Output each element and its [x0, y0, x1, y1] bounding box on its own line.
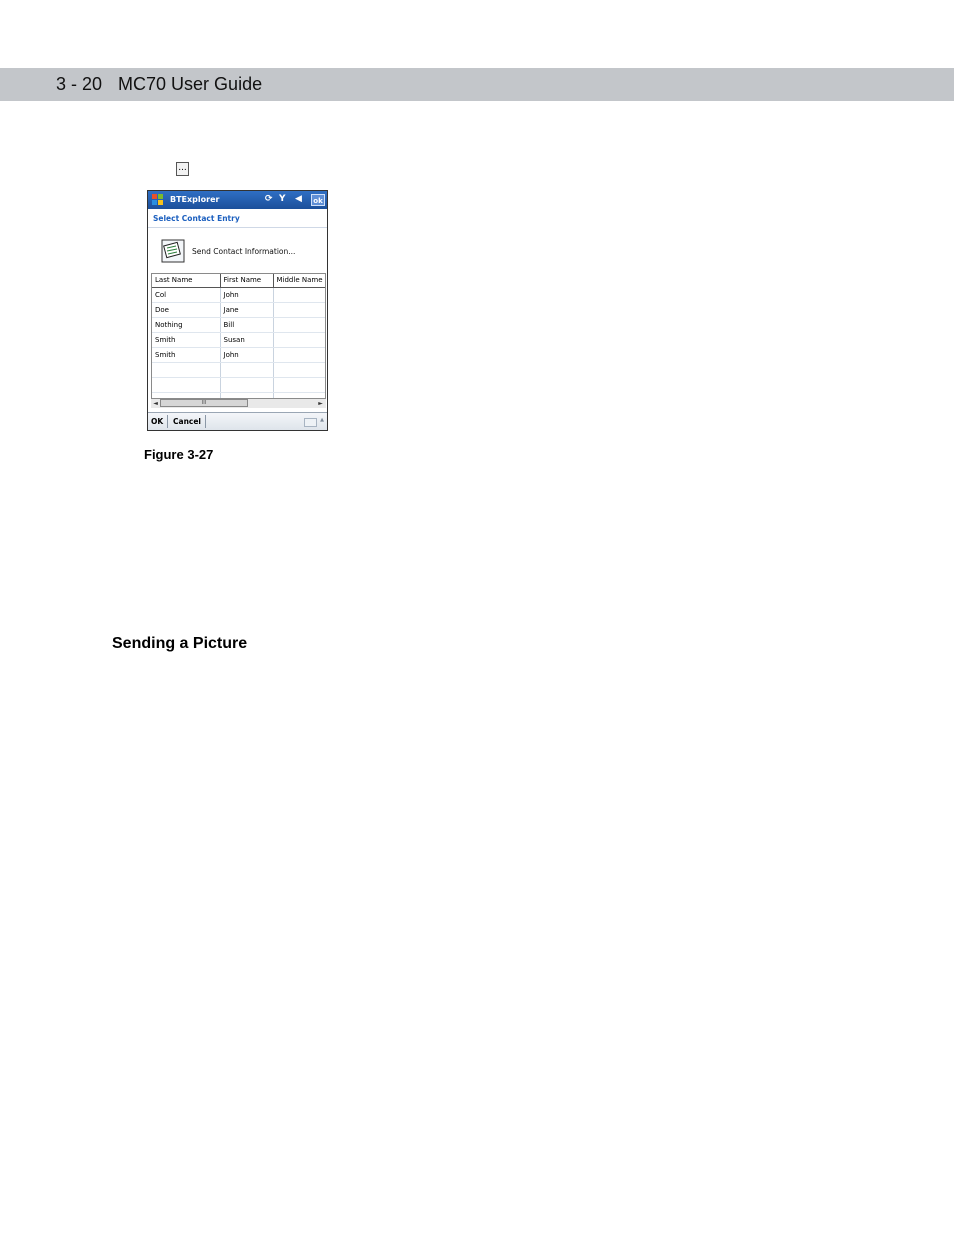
- contact-grid: Last Name First Name Middle Name Col Joh…: [151, 273, 326, 408]
- grid-header-row: Last Name First Name Middle Name: [152, 274, 325, 288]
- divider: [148, 227, 327, 228]
- table-row[interactable]: Smith John: [152, 347, 325, 363]
- contact-card-icon[interactable]: [161, 239, 185, 263]
- cell-middle-name: [273, 377, 325, 393]
- section-heading: Sending a Picture: [112, 635, 248, 652]
- horizontal-scrollbar[interactable]: ◄ III ►: [151, 398, 326, 408]
- device-screenshot: BTExplorer ⟳ Y ◀ ok Select Contact Entry…: [147, 190, 328, 431]
- scroll-thumb[interactable]: III: [160, 399, 248, 407]
- table-row[interactable]: Nothing Bill: [152, 317, 325, 333]
- cell-first-name: [220, 362, 274, 378]
- running-header: 3 - 20 MC70 User Guide: [56, 74, 262, 95]
- subheader: Select Contact Entry: [153, 214, 240, 223]
- scroll-right-icon[interactable]: ►: [316, 399, 325, 408]
- guide-title: MC70 User Guide: [118, 74, 263, 94]
- cell-last-name: Smith: [152, 347, 221, 363]
- speaker-icon[interactable]: ◀: [295, 194, 302, 205]
- cell-last-name: [152, 362, 221, 378]
- cell-first-name: Susan: [220, 332, 274, 348]
- page-number: 3 - 20: [56, 74, 103, 94]
- ok-button[interactable]: ok: [311, 194, 325, 206]
- cell-last-name: [152, 377, 221, 393]
- cell-last-name: Smith: [152, 332, 221, 348]
- soft-key-bar: OK Cancel ▲: [148, 412, 327, 430]
- cell-middle-name: [273, 362, 325, 378]
- table-row[interactable]: Smith Susan: [152, 332, 325, 348]
- cell-middle-name: [273, 347, 325, 363]
- figure-caption: Figure 3-27: [144, 447, 214, 462]
- scroll-left-icon[interactable]: ◄: [151, 399, 160, 408]
- cell-middle-name: [273, 302, 325, 318]
- chevron-up-icon[interactable]: ▲: [320, 417, 324, 423]
- ellipsis-button-icon: ...: [176, 162, 189, 176]
- column-header-last-name[interactable]: Last Name: [152, 274, 221, 288]
- cell-first-name: [220, 377, 274, 393]
- cell-middle-name: [273, 332, 325, 348]
- sync-icon[interactable]: ⟳: [265, 194, 273, 205]
- keyboard-icon[interactable]: [304, 418, 317, 427]
- table-row[interactable]: Col John: [152, 287, 325, 303]
- menu-divider: [167, 415, 168, 428]
- cell-last-name: Col: [152, 287, 221, 303]
- windows-flag-icon[interactable]: [151, 193, 164, 206]
- table-row[interactable]: [152, 377, 325, 393]
- send-contact-label[interactable]: Send Contact Information...: [192, 247, 295, 256]
- column-header-middle-name[interactable]: Middle Name: [273, 274, 325, 288]
- cell-middle-name: [273, 287, 325, 303]
- table-row[interactable]: [152, 362, 325, 378]
- cell-first-name: John: [220, 287, 274, 303]
- cell-middle-name: [273, 317, 325, 333]
- title-bar: BTExplorer ⟳ Y ◀ ok: [148, 191, 327, 209]
- cell-first-name: Bill: [220, 317, 274, 333]
- app-title: BTExplorer: [170, 195, 220, 204]
- table-row[interactable]: Doe Jane: [152, 302, 325, 318]
- menu-ok-button[interactable]: OK: [151, 417, 163, 426]
- menu-cancel-button[interactable]: Cancel: [173, 417, 201, 426]
- cell-first-name: Jane: [220, 302, 274, 318]
- signal-icon[interactable]: Y: [279, 194, 286, 205]
- menu-divider: [205, 415, 206, 428]
- column-header-first-name[interactable]: First Name: [220, 274, 274, 288]
- cell-last-name: Nothing: [152, 317, 221, 333]
- cell-last-name: Doe: [152, 302, 221, 318]
- cell-first-name: John: [220, 347, 274, 363]
